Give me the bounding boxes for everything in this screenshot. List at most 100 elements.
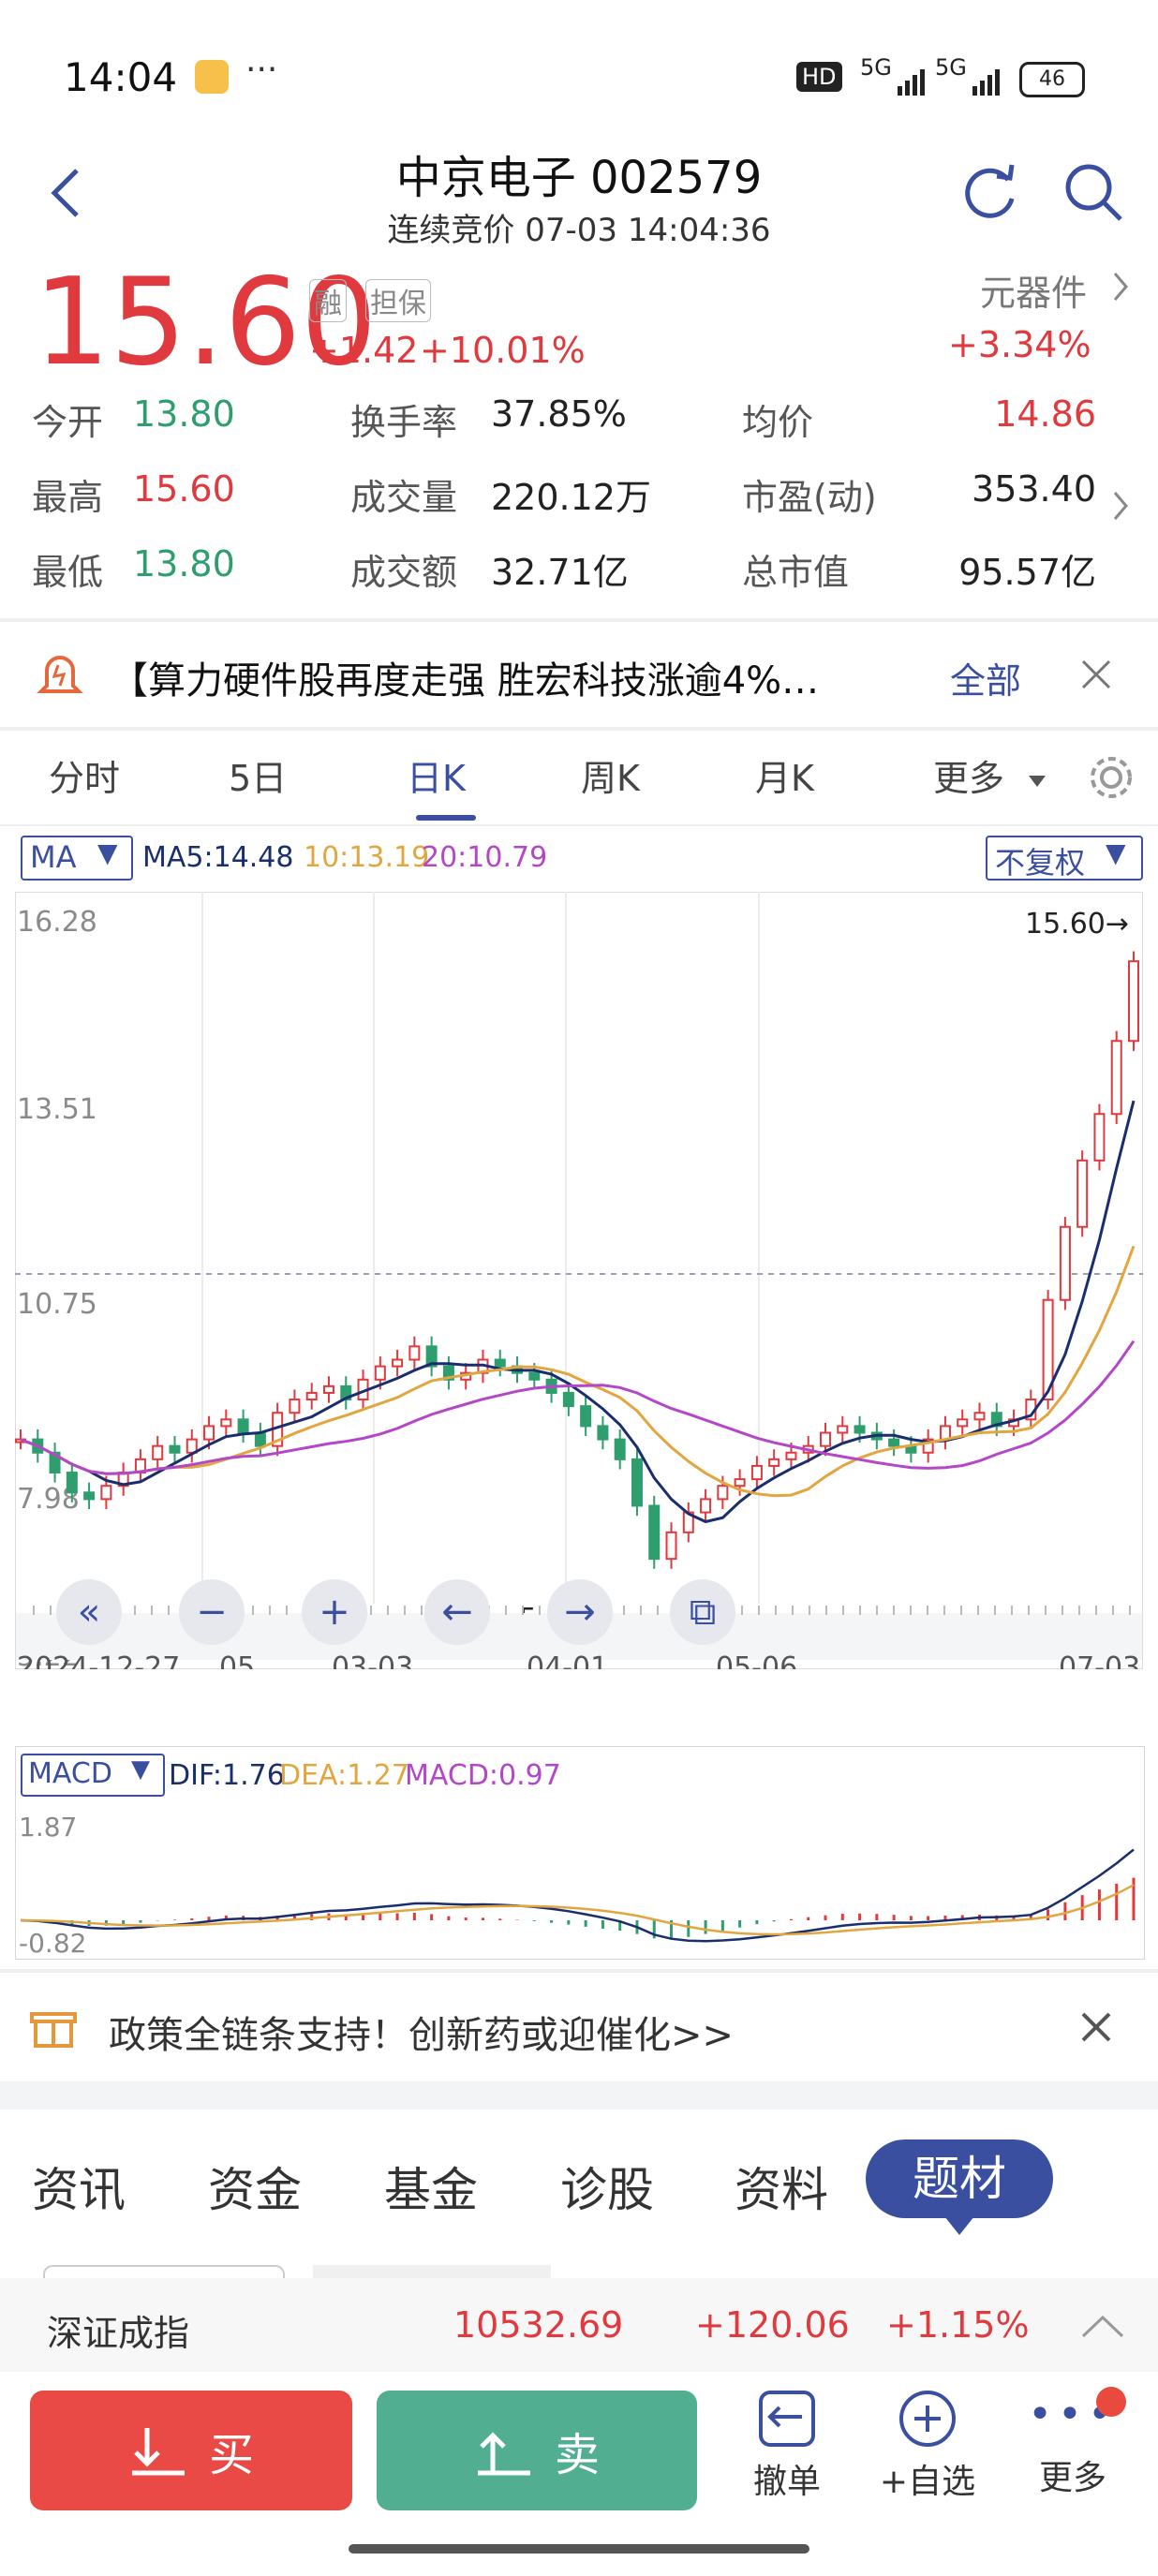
search-icon[interactable] bbox=[1061, 159, 1126, 225]
candle-body bbox=[237, 1418, 249, 1434]
buy-arrow-icon bbox=[131, 2428, 185, 2476]
zoom-out-icon[interactable]: − bbox=[179, 1579, 245, 1645]
zoom-out-far-icon[interactable]: « bbox=[56, 1579, 122, 1645]
tab-3[interactable]: 周K bbox=[581, 749, 640, 801]
candle-body bbox=[562, 1391, 574, 1408]
ma20-value: 20:10.79 bbox=[422, 841, 548, 874]
stat-value: 13.80 bbox=[133, 543, 235, 585]
ma-selector[interactable]: MA ▼ bbox=[21, 836, 133, 881]
tab-4[interactable]: 月K bbox=[755, 749, 814, 801]
macd-selector[interactable]: MACD ▼ bbox=[21, 1754, 165, 1797]
dif-line bbox=[20, 1848, 1135, 1943]
rotate-icon[interactable]: ⧉ bbox=[670, 1579, 735, 1645]
candle-body bbox=[700, 1498, 712, 1514]
tab-0[interactable]: 分时 bbox=[49, 749, 120, 801]
stats-chevron-icon[interactable] bbox=[1109, 489, 1132, 523]
section-tab-4[interactable]: 资料 bbox=[725, 2153, 838, 2220]
adjust-label: 不复权 bbox=[995, 845, 1086, 881]
scroll-right-icon[interactable]: → bbox=[547, 1579, 613, 1645]
dropdown-triangle-icon[interactable] bbox=[1029, 753, 1046, 809]
index-name: 深证成指 bbox=[47, 2313, 190, 2354]
dropdown-icon: ▼ bbox=[1106, 837, 1126, 868]
candle-body bbox=[614, 1438, 626, 1460]
index-value: 10532.69 bbox=[453, 2304, 624, 2346]
news-headline[interactable]: 【算力硬件股再度走强 胜宏科技涨逾4%… bbox=[111, 650, 916, 704]
dea-value: DEA:1.27 bbox=[279, 1759, 409, 1792]
index-change: +120.06 bbox=[695, 2304, 850, 2346]
section-label: 题材 bbox=[913, 2152, 1006, 2206]
divider bbox=[0, 1969, 1158, 1973]
close-icon[interactable] bbox=[1079, 658, 1113, 691]
candle-body bbox=[203, 1425, 215, 1441]
scroll-left-icon[interactable]: ← bbox=[424, 1579, 490, 1645]
candle-body bbox=[1059, 1225, 1071, 1301]
candle-body bbox=[717, 1485, 729, 1501]
divider bbox=[0, 618, 1158, 622]
chart-controls: «− + ← → ⧉ bbox=[56, 1579, 750, 1654]
section-tab-1[interactable]: 资金 bbox=[199, 2153, 311, 2220]
price-change: +1.42 bbox=[309, 330, 419, 371]
margin-tag: 融 bbox=[309, 279, 347, 322]
y-tick-label: 16.28 bbox=[17, 906, 97, 939]
app-notification-icon bbox=[195, 60, 229, 94]
candle-body bbox=[152, 1444, 164, 1460]
chart-frame bbox=[15, 892, 1143, 1669]
news-all-link[interactable]: 全部 bbox=[950, 652, 1021, 703]
candle-body bbox=[408, 1345, 421, 1361]
hd-icon: HD bbox=[796, 62, 842, 92]
candle-body bbox=[374, 1365, 386, 1381]
add-watchlist-button[interactable]: +自选 bbox=[875, 2387, 980, 2518]
candlestick-chart[interactable]: 16.2813.5110.757.985.2215.60→5.90→2024-1… bbox=[15, 892, 1143, 1669]
tab-5[interactable]: 更多 bbox=[933, 749, 1004, 801]
adjust-selector[interactable]: 不复权 ▼ bbox=[986, 836, 1143, 881]
candle-body bbox=[289, 1399, 301, 1414]
info-sections: 资讯 资金 基金 诊股 资料 题材 bbox=[0, 2126, 1158, 2235]
candle-body bbox=[254, 1431, 266, 1447]
buy-button[interactable]: 买 bbox=[30, 2391, 352, 2510]
stat-label: 成交额 bbox=[350, 552, 458, 593]
candle-body bbox=[665, 1531, 677, 1561]
section-tab-2[interactable]: 基金 bbox=[375, 2153, 487, 2220]
index-bar[interactable]: 深证成指 10532.69 +120.06 +1.15% bbox=[0, 2278, 1158, 2372]
sector-change: +3.34% bbox=[948, 324, 1091, 365]
divider bbox=[0, 2081, 1158, 2110]
dif-value: DIF:1.76 bbox=[169, 1759, 285, 1792]
stat-label: 均价 bbox=[742, 402, 814, 443]
ma-line-MA10 bbox=[20, 1245, 1136, 1498]
dropdown-icon: ▼ bbox=[131, 1755, 150, 1784]
chevron-right-icon[interactable] bbox=[1109, 270, 1132, 303]
settings-gear-icon[interactable] bbox=[1085, 751, 1137, 804]
promo-close-icon[interactable] bbox=[1079, 2010, 1113, 2044]
tab-2[interactable]: 日K bbox=[407, 749, 466, 801]
ma-label: MA bbox=[30, 839, 77, 875]
gift-icon bbox=[30, 2012, 77, 2048]
dropdown-icon: ▼ bbox=[97, 837, 118, 868]
cancel-order-button[interactable]: 撤单 bbox=[740, 2387, 834, 2518]
section-label: 资讯 bbox=[32, 2163, 126, 2217]
ma10-value: 10:13.19 bbox=[304, 841, 430, 874]
high-label: 15.60→ bbox=[1025, 908, 1129, 940]
stat-label: 最低 bbox=[32, 552, 104, 593]
zoom-in-icon[interactable]: + bbox=[302, 1579, 367, 1645]
candle-body bbox=[494, 1358, 506, 1368]
section-label: 诊股 bbox=[560, 2163, 654, 2217]
candle-body bbox=[597, 1425, 609, 1441]
section-tab-3[interactable]: 诊股 bbox=[551, 2153, 663, 2220]
candle-body bbox=[750, 1464, 763, 1481]
candle-body bbox=[957, 1418, 969, 1428]
status-bar: 14:04 ··· HD 5G 5G 46 bbox=[0, 0, 1158, 141]
index-pct: +1.15% bbox=[886, 2304, 1030, 2346]
sell-button[interactable]: 卖 bbox=[377, 2391, 697, 2510]
stat-label: 成交量 bbox=[350, 477, 458, 518]
promo-text[interactable]: 政策全链条支持！创新药或迎催化>> bbox=[109, 2005, 734, 2059]
chevron-up-icon[interactable] bbox=[1079, 2312, 1126, 2340]
section-tab-5[interactable]: 题材 bbox=[866, 2139, 1053, 2218]
stat-value: 32.71亿 bbox=[491, 552, 629, 593]
sell-label: 卖 bbox=[554, 2429, 600, 2481]
sector-name[interactable]: 元器件 bbox=[980, 264, 1087, 316]
refresh-icon[interactable] bbox=[958, 161, 1019, 223]
section-tab-0[interactable]: 资讯 bbox=[22, 2153, 135, 2220]
cancel-order-label: 撤单 bbox=[752, 2463, 821, 2501]
alert-bell-icon bbox=[37, 656, 83, 693]
tab-1[interactable]: 5日 bbox=[229, 749, 287, 801]
